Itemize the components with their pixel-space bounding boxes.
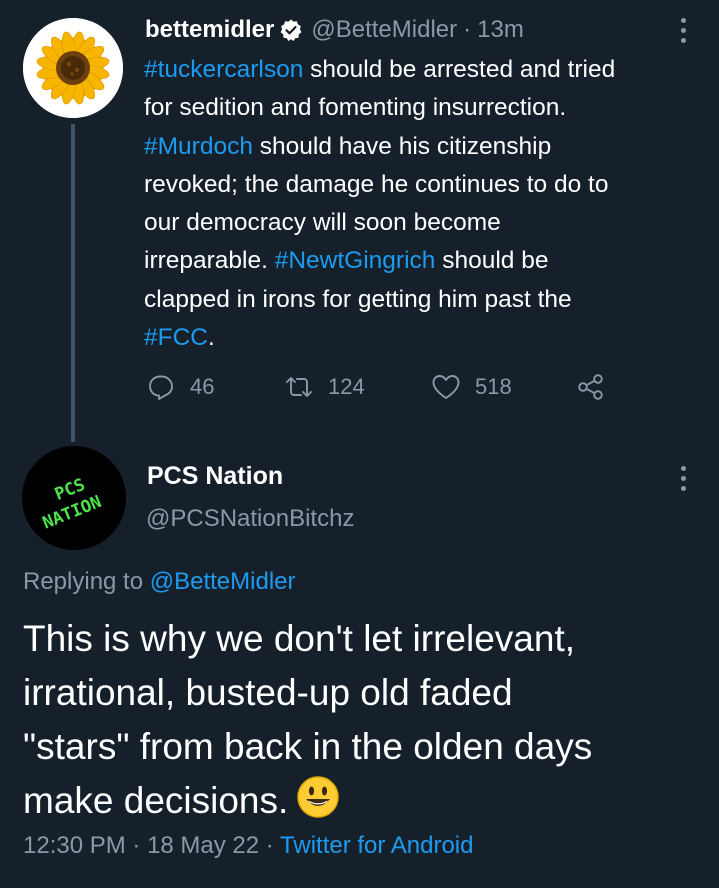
tweet-text-segment: clapped in irons for getting him past th… <box>144 285 572 313</box>
parent-text-line: irreparable. #NewtGingrich should be <box>144 242 704 280</box>
retweet-count: 124 <box>328 374 365 399</box>
hashtag-link[interactable]: #NewtGingrich <box>275 247 436 274</box>
retweet-button[interactable]: 124 <box>284 366 365 408</box>
parent-tweet-actions: 46 124 518 <box>146 366 616 408</box>
reply-tweet-text: This is why we don't let irrelevant, irr… <box>23 612 713 828</box>
like-button[interactable]: 518 <box>431 366 512 408</box>
parent-text-line: clapped in irons for getting him past th… <box>144 281 704 319</box>
pcs-nation-logo: PCS NATION <box>22 446 126 550</box>
header-separator: · <box>463 16 472 43</box>
parent-text-line: #tuckercarlson should be arrested and tr… <box>144 51 704 89</box>
reply-tweet-meta: 12:30 PM · 18 May 22 · Twitter for Andro… <box>23 832 473 860</box>
tweet-text-segment: should be <box>435 247 549 275</box>
reply-author-handle[interactable]: @PCSNationBitchz <box>146 505 354 533</box>
reply-time[interactable]: 12:30 PM <box>23 832 126 859</box>
reply-button[interactable]: 46 <box>146 366 214 408</box>
tweet-source-link[interactable]: Twitter for Android <box>280 832 473 859</box>
smiling-face-emoji-icon <box>297 776 340 818</box>
parent-text-line: #Murdoch should have his citizenship <box>144 128 704 166</box>
replying-to-prefix: Replying to <box>23 568 150 595</box>
heart-icon <box>432 375 460 399</box>
parent-author-handle[interactable]: @BetteMidler <box>311 16 457 44</box>
hashtag-link[interactable]: #Murdoch <box>144 133 253 160</box>
reply-text-line: make decisions. <box>23 780 289 821</box>
reply-author-name[interactable]: PCS Nation <box>147 462 283 491</box>
tweet-text-segment: should have his citizenship <box>252 132 552 160</box>
reply-text-line: This is why we don't let irrelevant, <box>23 618 576 659</box>
parent-more-options-icon[interactable] <box>673 14 693 46</box>
tweet-text-segment: should be arrested and tried <box>303 56 616 83</box>
meta-separator: · <box>125 832 148 859</box>
parent-tweet-header: bettemidler @BetteMidler · 13m <box>145 14 524 46</box>
reply-count: 46 <box>190 374 215 399</box>
replying-to-link[interactable]: @BetteMidler <box>150 568 296 595</box>
parent-tweet-text: #tuckercarlson should be arrested and tr… <box>144 51 704 357</box>
tweet-text-segment: . <box>207 324 215 352</box>
verified-badge-icon <box>280 19 302 41</box>
reply-text-line: "stars" from back in the olden days <box>23 726 593 767</box>
hashtag-link[interactable]: #FCC <box>144 324 208 351</box>
bettemidler-avatar[interactable] <box>23 18 123 118</box>
pcs-nation-avatar[interactable]: PCS NATION <box>22 446 126 550</box>
sunflower-avatar-image <box>23 18 123 118</box>
reply-date[interactable]: 18 May 22 <box>147 832 259 859</box>
thread-connector-line <box>71 124 75 442</box>
replying-to-line: Replying to @BetteMidler <box>23 568 296 596</box>
like-count: 518 <box>475 374 512 399</box>
share-icon <box>578 374 603 400</box>
share-button[interactable] <box>576 366 606 408</box>
parent-text-line: for sedition and fomenting insurrection. <box>144 89 704 127</box>
parent-author-name[interactable]: bettemidler <box>145 16 274 44</box>
parent-text-line: our democracy will soon become <box>144 204 704 242</box>
tweet-text-segment: for sedition and fomenting insurrection. <box>144 94 567 122</box>
tweet-text-segment: our democracy will soon become <box>144 209 501 237</box>
hashtag-link[interactable]: #tuckercarlson <box>144 56 303 83</box>
parent-text-line: #FCC. <box>144 319 704 357</box>
reply-icon <box>149 375 173 400</box>
parent-tweet-time[interactable]: 13m <box>477 16 524 44</box>
tweet-text-segment: revoked; the damage he continues to do t… <box>144 170 609 198</box>
retweet-icon <box>286 377 312 397</box>
meta-separator: · <box>259 832 281 859</box>
reply-text-line: irrational, busted-up old faded <box>23 672 513 713</box>
tweet-text-segment: irreparable. <box>144 247 275 275</box>
reply-text-line-with-emoji: make decisions. <box>23 774 713 828</box>
reply-more-options-icon[interactable] <box>673 462 693 494</box>
parent-text-line: revoked; the damage he continues to do t… <box>144 166 704 204</box>
